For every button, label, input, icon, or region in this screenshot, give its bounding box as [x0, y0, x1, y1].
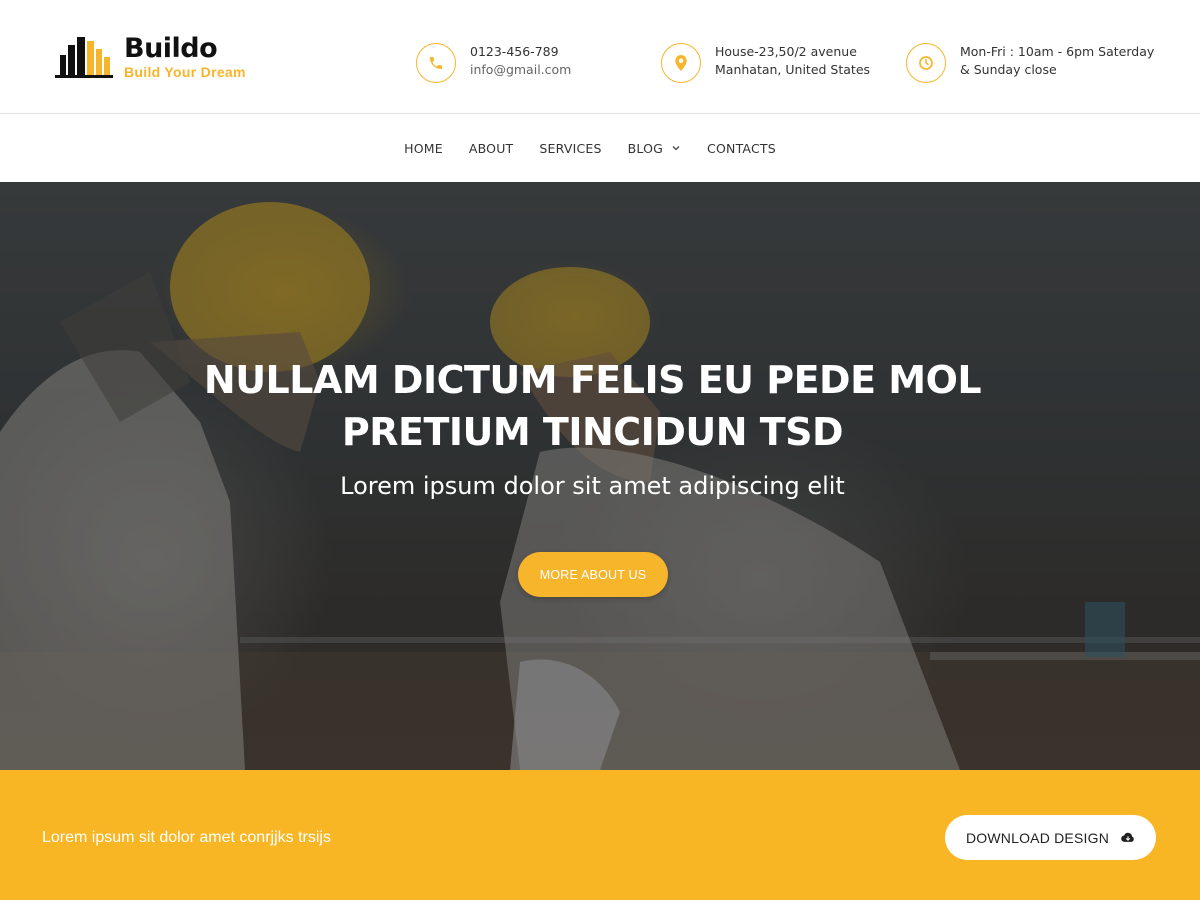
address-line-2: Manhatan, United States	[715, 62, 871, 77]
nav-item-label: HOME	[404, 140, 443, 156]
logo-text: Buildo Build Your Dream	[124, 33, 246, 81]
hero-subtitle: Lorem ipsum dolor sit amet adipiscing el…	[340, 472, 845, 500]
download-design-button[interactable]: DOWNLOAD DESIGN	[945, 815, 1156, 860]
hero-title-line-2: PRETIUM TINCIDUN TSD	[341, 410, 844, 454]
hero-content: NULLAM DICTUM FELIS EU PEDE MOL PRETIUM …	[0, 182, 1200, 770]
cloud-download-icon	[1121, 832, 1134, 842]
brand-tagline: Build Your Dream	[124, 64, 246, 80]
nav-item-home[interactable]: HOME	[404, 141, 443, 156]
hero-title: NULLAM DICTUM FELIS EU PEDE MOL PRETIUM …	[150, 354, 1035, 458]
email-address[interactable]: info@gmail.com	[470, 61, 571, 79]
cta-bar: Lorem ipsum sit dolor amet conrjjks trsi…	[0, 770, 1200, 900]
nav-item-services[interactable]: SERVICES	[539, 141, 601, 156]
contact-phone-text: 0123-456-789 info@gmail.com	[470, 43, 571, 79]
address-line-1: House-23,50/2 avenue	[715, 44, 857, 59]
hours-line-2: & Sunday close	[960, 62, 1057, 77]
main-navigation: HOME ABOUT SERVICES BLOG CONTACTS	[0, 114, 1200, 182]
contact-hours-block: Mon-Fri : 10am - 6pm Saterday & Sunday c…	[906, 43, 1154, 83]
cta-text: Lorem ipsum sit dolor amet conrjjks trsi…	[42, 829, 331, 846]
contact-hours-text: Mon-Fri : 10am - 6pm Saterday & Sunday c…	[960, 43, 1154, 79]
hero-banner: NULLAM DICTUM FELIS EU PEDE MOL PRETIUM …	[0, 182, 1200, 770]
nav-item-label: CONTACTS	[707, 140, 776, 156]
nav-item-about[interactable]: ABOUT	[469, 141, 514, 156]
contact-phone-block: 0123-456-789 info@gmail.com	[416, 43, 571, 83]
contact-address-block: House-23,50/2 avenue Manhatan, United St…	[661, 43, 870, 83]
site-logo[interactable]: Buildo Build Your Dream	[55, 32, 246, 82]
buildings-logo-icon	[55, 37, 113, 78]
nav-list: HOME ABOUT SERVICES BLOG CONTACTS	[391, 141, 789, 156]
brand-name: Buildo	[124, 33, 218, 64]
phone-icon	[416, 43, 456, 83]
hours-line-1: Mon-Fri : 10am - 6pm Saterday	[960, 44, 1155, 59]
download-design-label: DOWNLOAD DESIGN	[965, 829, 1109, 846]
nav-item-label: SERVICES	[539, 140, 602, 156]
more-about-us-button[interactable]: MORE ABOUT US	[518, 552, 668, 597]
chevron-down-icon	[672, 146, 680, 151]
map-pin-icon	[661, 43, 701, 83]
nav-item-label: BLOG	[627, 140, 664, 156]
nav-item-blog[interactable]: BLOG	[628, 141, 681, 156]
contact-address-text: House-23,50/2 avenue Manhatan, United St…	[715, 43, 870, 79]
site-header: Buildo Build Your Dream 0123-456-789 inf…	[0, 0, 1200, 114]
hero-title-line-1: NULLAM DICTUM FELIS EU PEDE MOL	[203, 358, 982, 402]
nav-item-contacts[interactable]: CONTACTS	[707, 141, 776, 156]
clock-icon	[906, 43, 946, 83]
phone-number[interactable]: 0123-456-789	[470, 43, 571, 61]
nav-item-label: ABOUT	[468, 140, 514, 156]
